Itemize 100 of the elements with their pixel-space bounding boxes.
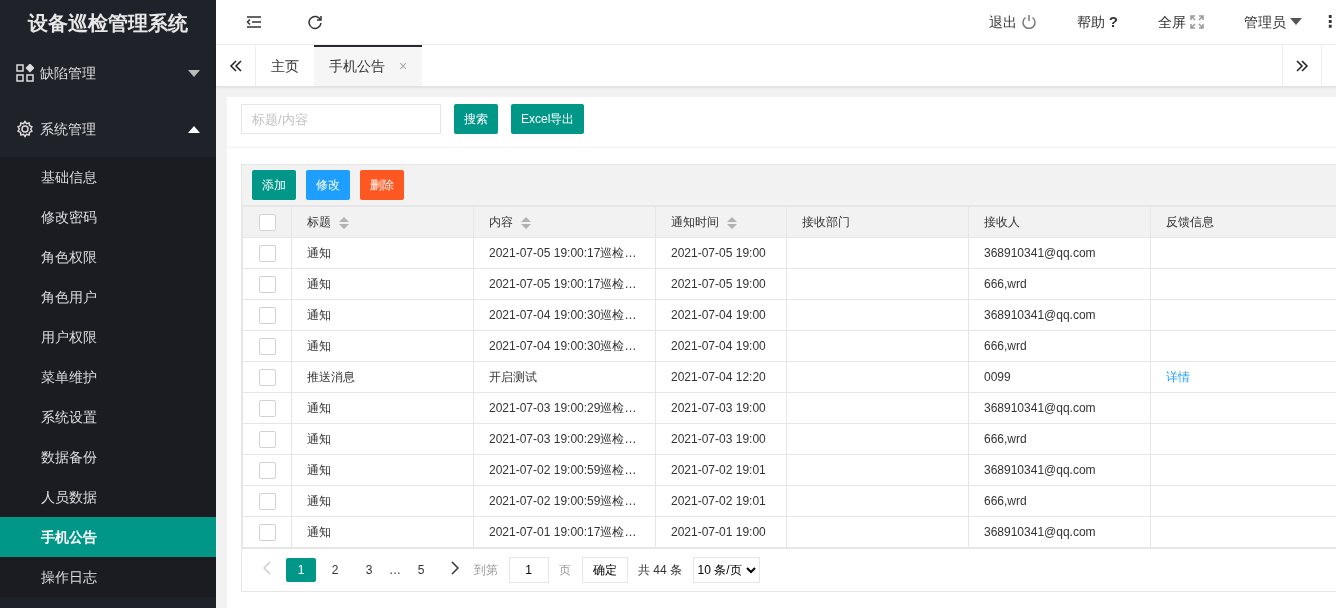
row-checkbox[interactable]	[258, 307, 276, 325]
table-cell: 2021-07-04 19:00	[671, 308, 766, 322]
row-checkbox[interactable]	[258, 400, 276, 418]
menu-fold-icon	[246, 15, 262, 29]
table-cell: 2021-07-02 19:00:59巡检…	[489, 463, 637, 477]
table-cell: 2021-07-03 19:00:29巡检…	[489, 432, 637, 446]
row-checkbox[interactable]	[258, 524, 276, 542]
table-cell: 666,wrd	[984, 339, 1027, 353]
page-tab[interactable]: 手机公告 ×	[314, 45, 423, 86]
row-checkbox[interactable]	[258, 369, 276, 387]
table-cell: 2021-07-02 19:00:59巡检…	[489, 494, 637, 508]
search-field[interactable]: 标题/内容	[241, 104, 441, 134]
scroll-right-button[interactable]	[1282, 45, 1322, 86]
column-header: 接收部门	[802, 215, 850, 229]
power-icon	[1020, 14, 1037, 30]
table-cell: 推送消息	[307, 370, 355, 384]
table-cell: 通知	[307, 432, 331, 446]
sidebar-group[interactable]: 缺陷管理	[0, 45, 216, 101]
row-checkbox[interactable]	[258, 462, 276, 480]
table-cell: 368910341@qq.com	[984, 525, 1096, 539]
row-checkbox[interactable]	[258, 338, 276, 356]
search-button[interactable]: 搜索	[454, 104, 498, 134]
sidebar-item[interactable]: 用户权限	[0, 317, 216, 357]
row-checkbox[interactable]	[258, 431, 276, 449]
table-cell: 2021-07-01 19:00:17巡检…	[489, 525, 637, 539]
question-icon: ?	[1108, 10, 1118, 34]
scroll-left-button[interactable]	[216, 45, 256, 86]
table-cell: 2021-07-04 12:20	[671, 370, 766, 384]
toolbar-button[interactable]: 添加	[252, 170, 296, 200]
column-header: 标题	[307, 215, 331, 229]
table-cell: 666,wrd	[984, 494, 1027, 508]
chevron-right-icon	[451, 560, 459, 575]
table-cell: 2021-07-05 19:00	[671, 277, 766, 291]
sidebar-item[interactable]: 角色权限	[0, 237, 216, 277]
table-cell: 2021-07-05 19:00:17巡检…	[489, 246, 637, 260]
fullscreen-icon	[1190, 15, 1204, 29]
table-cell: 通知	[307, 401, 331, 415]
table-cell: 通知	[307, 494, 331, 508]
table-cell: 368910341@qq.com	[984, 308, 1096, 322]
grid-icon	[16, 64, 34, 82]
double-right-icon	[1295, 59, 1309, 72]
table-cell: 368910341@qq.com	[984, 401, 1096, 415]
gear-icon	[16, 120, 34, 138]
table-cell: 通知	[307, 308, 331, 322]
page-number[interactable]: 1	[286, 558, 316, 582]
goto-label: 到第	[474, 562, 498, 579]
row-checkbox[interactable]	[258, 276, 276, 294]
more-icon: ⋮	[1322, 10, 1336, 34]
table-cell: 通知	[307, 246, 331, 260]
header-action[interactable]: 帮助 ?	[1056, 0, 1138, 45]
header-action[interactable]: 全屏	[1138, 0, 1224, 45]
sidebar-item[interactable]: 菜单维护	[0, 357, 216, 397]
column-header: 通知时间	[671, 215, 719, 229]
column-header: 接收人	[984, 215, 1020, 229]
goto-page-field[interactable]: 1	[508, 557, 549, 583]
table-cell: 368910341@qq.com	[984, 463, 1096, 477]
table-cell: 通知	[307, 277, 331, 291]
page-unit-label: 页	[559, 562, 571, 579]
table-cell: 2021-07-05 19:00	[671, 246, 766, 260]
select-all-checkbox[interactable]	[258, 214, 276, 232]
table-cell: 2021-07-03 19:00	[671, 432, 766, 446]
sidebar-item[interactable]: 系统设置	[0, 397, 216, 437]
double-left-icon	[228, 59, 243, 72]
table-cell: 开启测试	[489, 370, 537, 384]
table-cell: 2021-07-05 19:00:17巡检…	[489, 277, 637, 291]
column-header: 反馈信息	[1166, 215, 1214, 229]
table-cell: 666,wrd	[984, 432, 1027, 446]
table-cell: 2021-07-04 19:00	[671, 339, 766, 353]
row-checkbox[interactable]	[258, 493, 276, 511]
table-cell: 2021-07-03 19:00:29巡检…	[489, 401, 637, 415]
sidebar-item[interactable]: 角色用户	[0, 277, 216, 317]
table-cell: 通知	[307, 463, 331, 477]
sidebar-item[interactable]: 数据备份	[0, 437, 216, 477]
table-cell: 2021-07-04 19:00:30巡检…	[489, 308, 637, 322]
sidebar-group[interactable]: 系统管理	[0, 101, 216, 157]
page-size-select[interactable]: 10 条/页	[692, 557, 760, 583]
table-cell: 2021-07-03 19:00	[671, 401, 766, 415]
table-cell: 2021-07-02 19:01	[671, 494, 766, 508]
row-checkbox[interactable]	[258, 245, 276, 263]
table-cell: 0099	[984, 370, 1011, 384]
sidebar-item[interactable]: 基础信息	[0, 157, 216, 197]
table-cell: 2021-07-02 19:01	[671, 463, 766, 477]
sidebar-item[interactable]: 修改密码	[0, 197, 216, 237]
page-tab[interactable]: 主页	[256, 45, 314, 86]
chevron-left-icon	[263, 560, 271, 575]
table-cell: 2021-07-04 19:00:30巡检…	[489, 339, 637, 353]
total-count: 共 44 条	[638, 562, 682, 579]
export-button[interactable]: Excel导出	[511, 104, 585, 134]
table-cell: 368910341@qq.com	[984, 246, 1096, 260]
sidebar-item[interactable]: 人员数据	[0, 477, 216, 517]
table-cell: 通知	[307, 525, 331, 539]
table-cell: 通知	[307, 339, 331, 353]
column-header: 内容	[489, 215, 513, 229]
header-action[interactable]: 管理员	[1224, 0, 1322, 45]
confirm-button[interactable]: 确定	[581, 557, 628, 583]
refresh-icon	[307, 14, 323, 30]
sidebar-item[interactable]: 手机公告	[0, 517, 216, 557]
sidebar-item[interactable]: 操作日志	[0, 557, 216, 597]
header-action[interactable]: 退出	[968, 0, 1057, 45]
table-cell: 2021-07-01 19:00	[671, 525, 766, 539]
